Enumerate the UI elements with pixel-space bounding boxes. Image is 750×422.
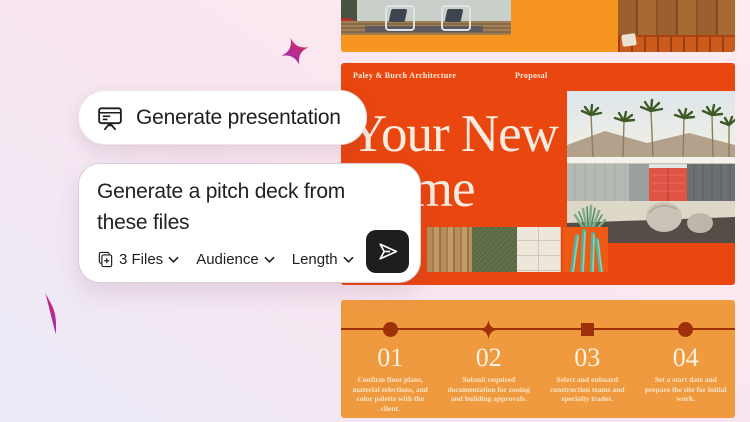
chrome-chair-shape	[441, 5, 471, 31]
timeline-step-2: 02 Submit required documentation for zon…	[440, 300, 539, 418]
timeline-steps: 01 Confirm floor plans, material selecti…	[341, 300, 735, 418]
send-button[interactable]	[366, 230, 409, 273]
chevron-down-icon	[168, 256, 179, 264]
swatch-wood	[427, 227, 472, 272]
timeline-step-1: 01 Confirm floor plans, material selecti…	[341, 300, 440, 418]
send-icon	[375, 239, 400, 264]
prompt-card: Generate a pitch deck from these files 3…	[78, 163, 421, 283]
slide-doc-label: Proposal	[515, 71, 547, 80]
audience-dropdown[interactable]: Audience	[196, 251, 275, 268]
timeline-marker-square	[581, 323, 594, 336]
step-description: Select and onboard construction teams an…	[538, 375, 637, 404]
chevron-down-icon	[343, 256, 354, 264]
wood-panel-photo	[618, 0, 735, 52]
step-description: Confirm floor plans, material selections…	[341, 375, 440, 413]
presentation-board-icon	[96, 104, 124, 132]
step-number: 04	[673, 345, 699, 371]
swatch-agave	[563, 227, 608, 272]
step-number: 01	[377, 345, 403, 371]
files-dropdown[interactable]: 3 Files	[97, 251, 179, 268]
promo-canvas: Paley & Burch Architecture Proposal Your…	[0, 0, 750, 422]
add-files-icon	[97, 251, 114, 268]
material-swatches	[427, 227, 608, 272]
agave-art	[563, 227, 608, 272]
step-number: 03	[574, 345, 600, 371]
generate-pill-label: Generate presentation	[136, 106, 341, 130]
audience-dropdown-label: Audience	[196, 251, 259, 268]
timeline-step-4: 04 Set a start date and prepare the site…	[637, 300, 736, 418]
sparkle-icon	[24, 286, 77, 340]
house-photo	[567, 91, 735, 243]
timeline-step-3: 03 Select and onboard construction teams…	[538, 300, 637, 418]
slide-header: Paley & Burch Architecture Proposal	[353, 71, 723, 80]
step-number: 02	[476, 345, 502, 371]
timeline-marker-circle	[678, 322, 693, 337]
length-dropdown[interactable]: Length	[292, 251, 354, 268]
chrome-chair-shape	[385, 5, 415, 31]
slide-brand: Paley & Burch Architecture	[353, 71, 456, 80]
swatch-tiles	[517, 227, 561, 272]
headline-line1: Your New	[349, 107, 558, 162]
top-slide-thumbnail	[341, 0, 735, 52]
step-description: Set a start date and prepare the site fo…	[637, 375, 736, 404]
generate-presentation-button[interactable]: Generate presentation	[78, 90, 367, 145]
timeline-slide: 01 Confirm floor plans, material selecti…	[341, 300, 735, 418]
house-photo-art	[567, 91, 735, 243]
length-dropdown-label: Length	[292, 251, 338, 268]
photo-detail	[621, 33, 637, 47]
prompt-controls: 3 Files Audience Length	[97, 251, 354, 268]
files-dropdown-label: 3 Files	[119, 251, 163, 268]
prompt-input[interactable]: Generate a pitch deck from these files	[97, 176, 382, 238]
timeline-marker-star	[479, 320, 498, 339]
timeline-marker-circle	[383, 322, 398, 337]
chevron-down-icon	[264, 256, 275, 264]
chairs-photo	[341, 0, 511, 35]
sparkle-icon	[277, 32, 313, 70]
step-description: Submit required documentation for zoning…	[440, 375, 539, 404]
swatch-green-fabric	[472, 227, 517, 272]
